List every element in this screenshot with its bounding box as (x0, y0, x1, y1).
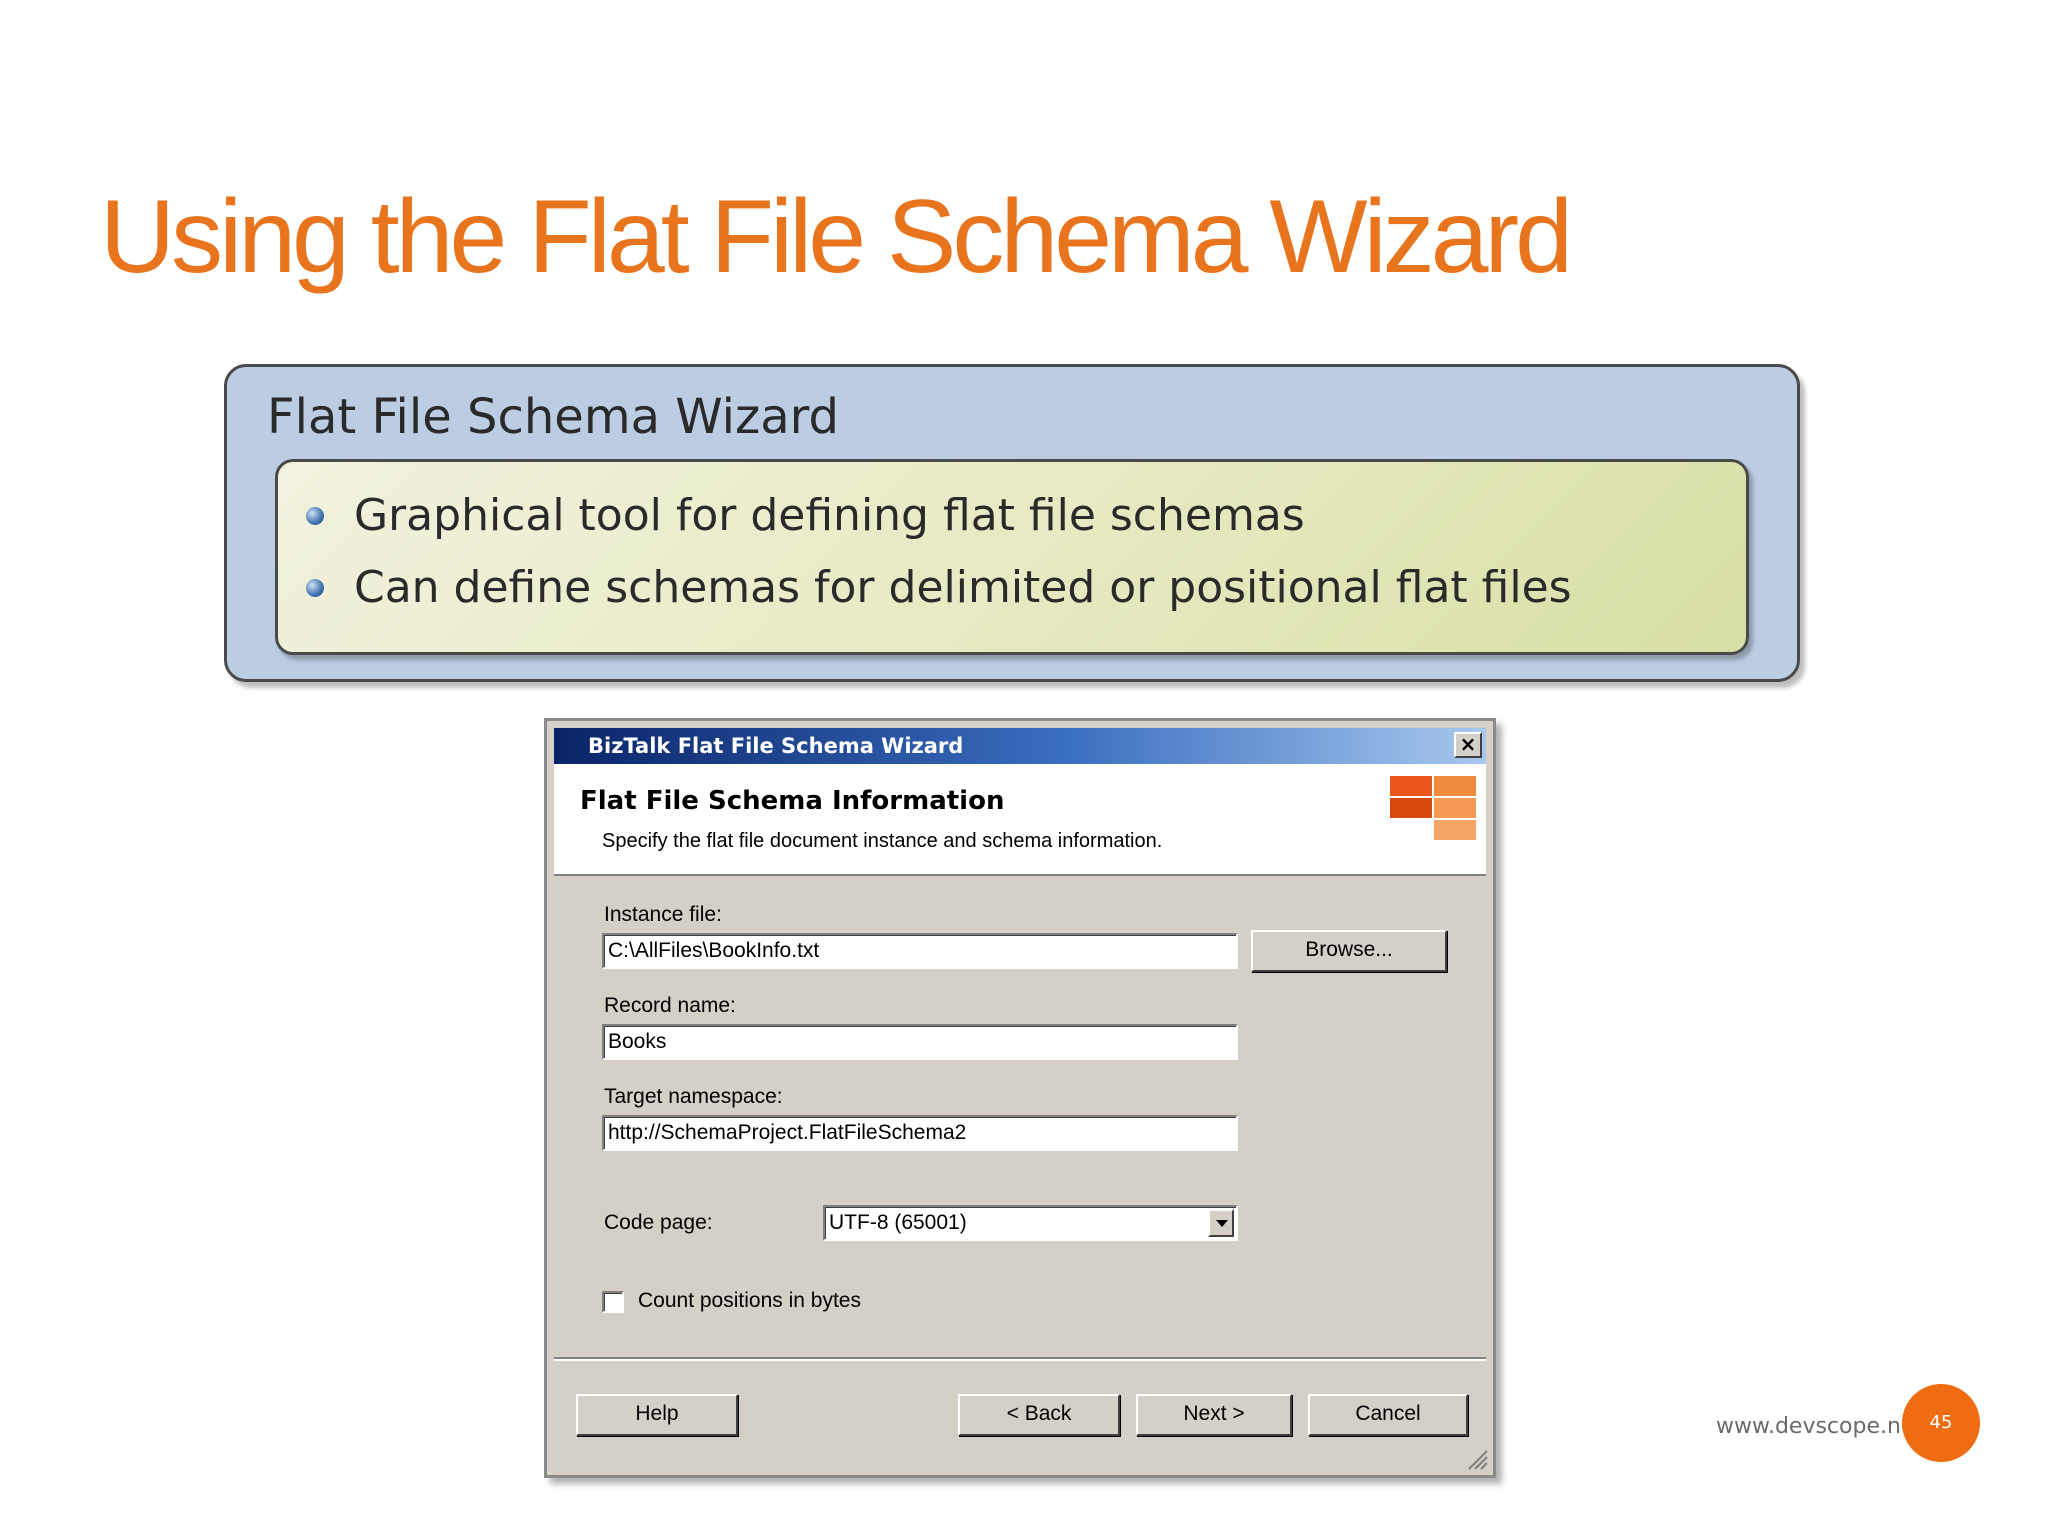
wizard-header-title: Flat File Schema Information (580, 786, 1005, 816)
code-page-label: Code page: (604, 1211, 713, 1234)
bullet-item: Graphical tool for defining flat file sc… (306, 490, 1305, 541)
count-positions-label[interactable]: Count positions in bytes (638, 1289, 861, 1313)
bullet-item: Can define schemas for delimited or posi… (306, 562, 1572, 613)
bullet-icon (306, 506, 324, 525)
wizard-header: Flat File Schema Information Specify the… (554, 764, 1486, 876)
help-button[interactable]: Help (576, 1394, 738, 1436)
target-namespace-label: Target namespace: (604, 1085, 783, 1108)
instance-file-label: Instance file: (604, 903, 722, 926)
browse-button[interactable]: Browse... (1251, 930, 1447, 972)
count-positions-checkbox[interactable] (602, 1291, 624, 1313)
bullet-text: Graphical tool for defining flat file sc… (354, 490, 1305, 541)
footer-url: www.devscope.net (1716, 1414, 1924, 1439)
chevron-down-icon[interactable] (1208, 1209, 1234, 1237)
bullet-panel: Graphical tool for defining flat file sc… (275, 459, 1749, 655)
record-name-label: Record name: (604, 994, 736, 1017)
dialog-titlebar[interactable]: BizTalk Flat File Schema Wizard × (554, 728, 1486, 764)
back-button[interactable]: < Back (958, 1394, 1120, 1436)
record-name-input[interactable]: Books (602, 1024, 1238, 1060)
footer-divider (554, 1357, 1486, 1361)
resize-grip-icon[interactable] (1463, 1445, 1489, 1471)
slide-title: Using the Flat File Schema Wizard (100, 179, 1573, 295)
instance-file-input[interactable]: C:\AllFiles\BookInfo.txt (602, 933, 1238, 969)
next-button[interactable]: Next > (1136, 1394, 1292, 1436)
code-page-select[interactable]: UTF-8 (65001) (823, 1205, 1238, 1241)
bullet-icon (306, 578, 324, 597)
cancel-button[interactable]: Cancel (1308, 1394, 1468, 1436)
wizard-logo-icon (1386, 772, 1476, 842)
target-namespace-input[interactable]: http://SchemaProject.FlatFileSchema2 (602, 1115, 1238, 1151)
dialog-title: BizTalk Flat File Schema Wizard (588, 734, 964, 758)
feature-box-title: Flat File Schema Wizard (267, 389, 839, 445)
page-number-badge: 45 (1902, 1384, 1980, 1462)
close-button[interactable]: × (1454, 732, 1482, 758)
schema-wizard-dialog: BizTalk Flat File Schema Wizard × Flat F… (544, 718, 1496, 1478)
code-page-value: UTF-8 (65001) (829, 1211, 967, 1234)
feature-box: Flat File Schema Wizard Graphical tool f… (224, 364, 1800, 682)
bullet-text: Can define schemas for delimited or posi… (354, 562, 1572, 613)
wizard-header-subtitle: Specify the flat file document instance … (602, 830, 1163, 852)
